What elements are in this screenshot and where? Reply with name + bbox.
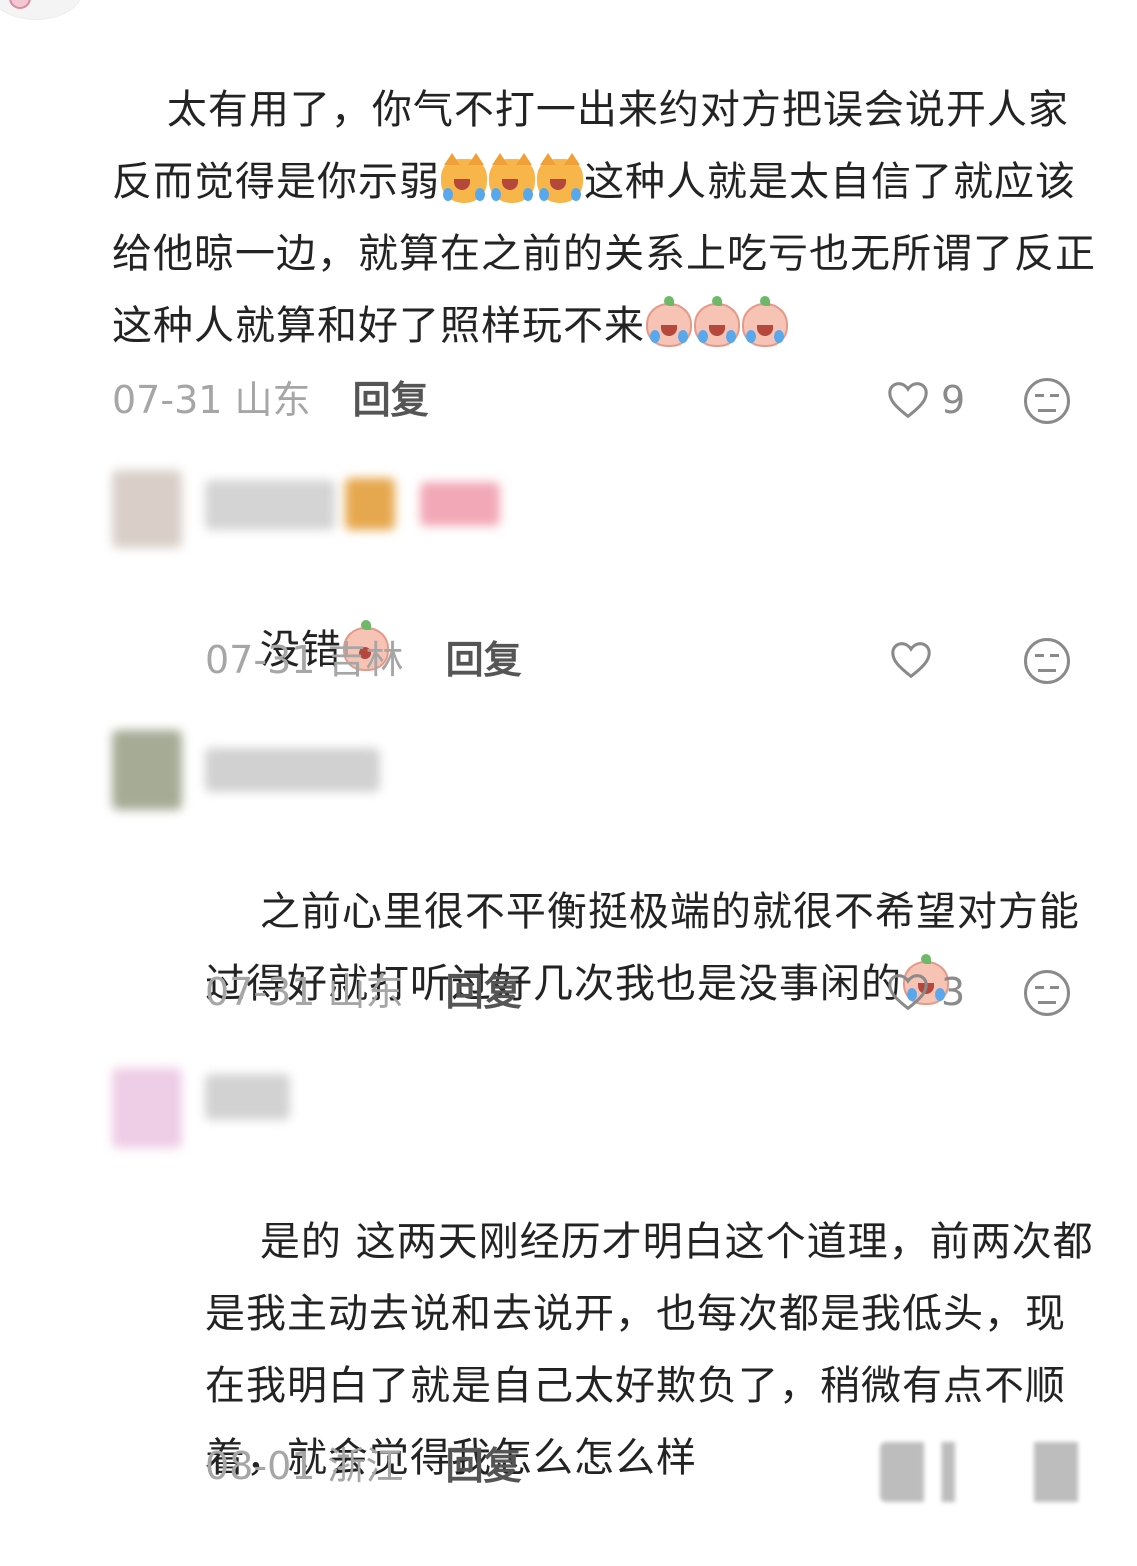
comment-date: 07-31 [112, 378, 223, 422]
comment-text: 之前心里很不平衡挺极端的就很不希望对方能过得好就打听过好几次我也是没事闲的 [205, 804, 1085, 1092]
comment-date: 08-01 [205, 1444, 316, 1488]
reply-button[interactable]: 回复 [446, 970, 522, 1014]
avatar-swirl [9, 0, 31, 9]
comment-meta: 07-31 吉林 回复 [205, 630, 522, 690]
comment-location: 山东 [327, 970, 404, 1014]
comment-date: 07-31 [205, 638, 316, 682]
comment-meta: 08-01 浙江 回复 [205, 1436, 522, 1496]
avatar[interactable] [112, 470, 182, 548]
comment-location: 浙江 [327, 1444, 404, 1488]
like-button[interactable]: 9 [885, 370, 965, 430]
comment-location: 吉林 [327, 638, 404, 682]
crying-peach-emoji [742, 296, 788, 347]
like-count: 3 [941, 970, 966, 1014]
heart-icon [888, 382, 928, 419]
user-badge [345, 478, 395, 530]
reply-button[interactable]: 回复 [446, 638, 522, 682]
user-badge [420, 482, 500, 526]
heart-icon [891, 642, 931, 679]
avatar[interactable] [112, 1068, 182, 1148]
like-button[interactable] [888, 630, 944, 690]
avatar[interactable] [112, 730, 182, 810]
comment-location: 山东 [234, 378, 311, 422]
username[interactable] [205, 480, 335, 530]
comment-date: 07-31 [205, 970, 316, 1014]
username[interactable] [205, 748, 380, 792]
comment-meta: 07-31 山东 回复 [205, 962, 522, 1022]
like-count: 9 [941, 378, 966, 422]
heart-icon [888, 974, 928, 1011]
avatar[interactable] [0, 0, 82, 20]
reply-button[interactable]: 回复 [446, 1444, 522, 1488]
crying-peach-emoji [694, 296, 740, 347]
laughing-cat-emoji [537, 153, 583, 203]
comment-meta: 07-31 山东 回复 [112, 370, 429, 430]
like-button[interactable]: 3 [885, 962, 965, 1022]
dislike-icon[interactable] [1024, 638, 1070, 684]
crying-peach-emoji [646, 296, 692, 347]
dislike-icon[interactable] [1024, 378, 1070, 424]
reply-button[interactable]: 回复 [353, 378, 429, 422]
laughing-cat-emoji [441, 153, 487, 203]
username[interactable] [205, 1074, 290, 1120]
dislike-icon[interactable] [1024, 970, 1070, 1016]
laughing-cat-emoji [489, 153, 535, 203]
watermark [880, 1442, 1100, 1502]
